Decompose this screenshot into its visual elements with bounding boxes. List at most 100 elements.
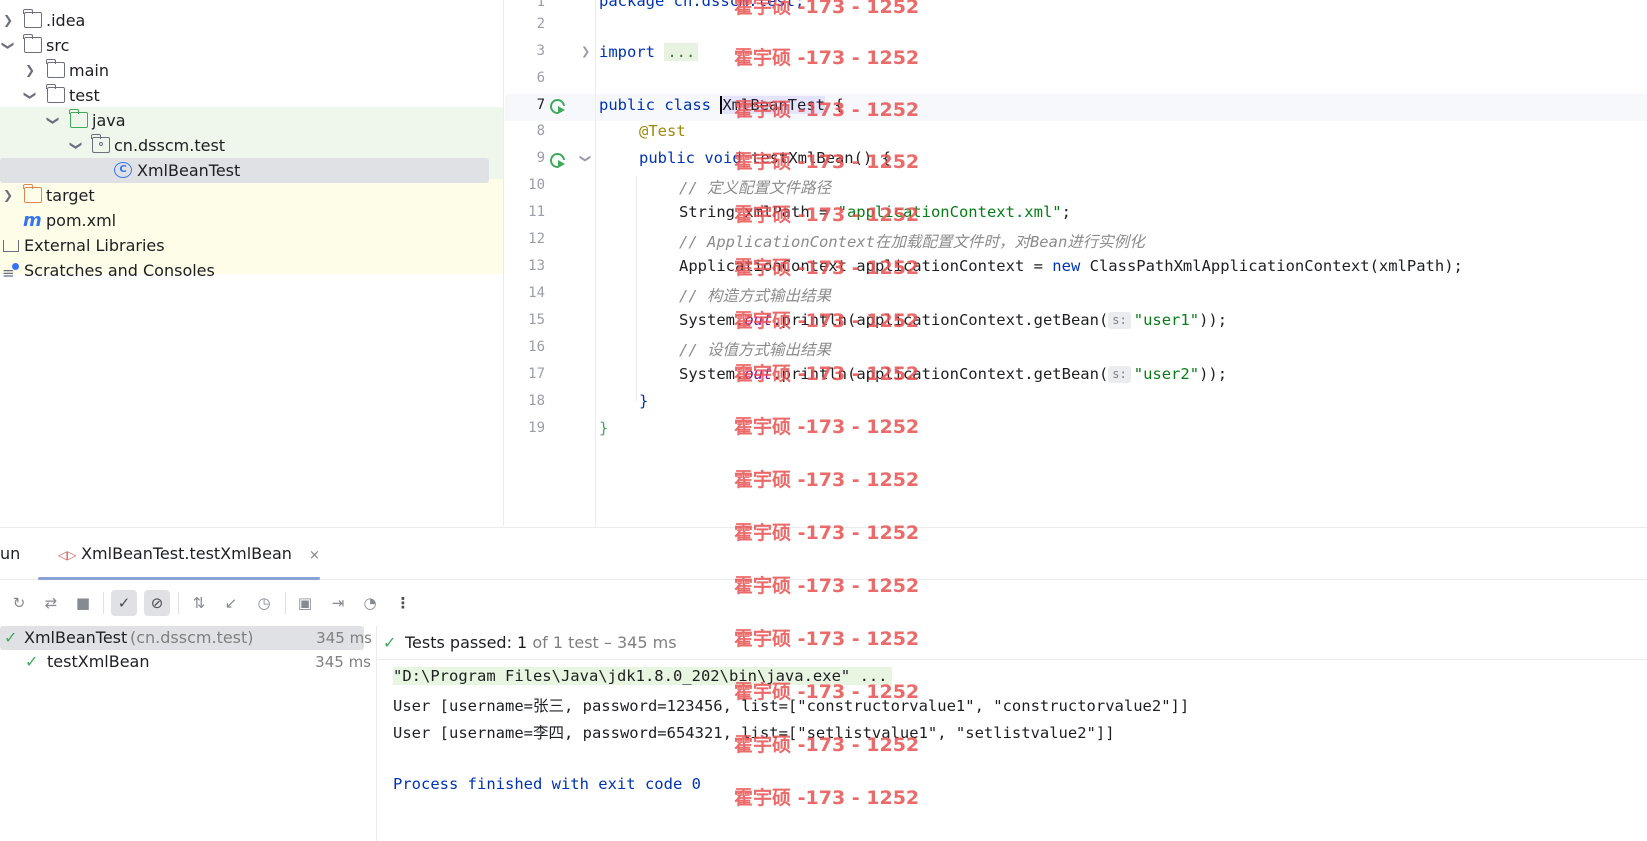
folded-imports[interactable]: ...	[664, 43, 699, 61]
line-number: 1	[536, 0, 545, 10]
excluded-folder-icon	[23, 184, 42, 203]
static-field: out	[744, 311, 773, 329]
tree-item-idea[interactable]: ❯ .idea	[0, 8, 503, 33]
tree-item-package[interactable]: ❯ cn.dsscm.test	[0, 133, 503, 158]
collapse-all-icon[interactable]: ↙	[218, 590, 244, 616]
code-line-10: // 定义配置文件路径	[679, 176, 831, 198]
tree-item-label: cn.dsscm.test	[114, 136, 226, 155]
tree-item-src[interactable]: ❯ src	[0, 33, 503, 58]
code-editor[interactable]: 1 2 3 6 7 8 9 10 11 12 13 14 15 16 17 18…	[505, 0, 1647, 526]
code-text: {	[824, 96, 844, 114]
tree-item-java[interactable]: ❯ java	[0, 108, 503, 133]
sort-icon[interactable]: ⇅	[186, 590, 212, 616]
tree-item-scratches[interactable]: ≡ Scratches and Consoles	[0, 258, 503, 283]
show-passed-icon[interactable]: ✓	[111, 590, 137, 616]
annotation: @Test	[639, 122, 686, 140]
status-suffix: of 1 test – 345 ms	[527, 633, 677, 652]
test-row-method[interactable]: ✓ testXmlBean 345 ms	[0, 650, 377, 674]
more-options-icon[interactable]: ⋮	[390, 590, 416, 616]
line-number: 19	[528, 420, 545, 436]
line-number: 2	[536, 16, 545, 32]
passed-check-icon: ✓	[383, 633, 397, 652]
tree-item-label: main	[69, 61, 109, 80]
project-tool-window: ❯ .idea ❯ src ❯ main ❯ test ❯ java ❯ cn.…	[0, 0, 504, 526]
comment: // 设值方式输出结果	[679, 341, 831, 359]
run-test-method-icon[interactable]	[550, 153, 565, 168]
chevron-down-icon[interactable]: ❯	[0, 38, 21, 54]
code-line-11: String xmlPath = "applicationContext.xml…	[679, 203, 1071, 221]
chevron-right-icon[interactable]: ❯	[0, 183, 16, 208]
run-tab-bar: un ◁▷ XmlBeanTest.testXmlBean ×	[0, 528, 1647, 580]
coverage-icon[interactable]: ◔	[357, 590, 383, 616]
code-keyword: import	[599, 43, 655, 61]
test-row-class[interactable]: ✓ XmlBeanTest (cn.dsscm.test) 345 ms	[0, 626, 372, 650]
static-field: out	[744, 365, 773, 383]
code-text: ));	[1199, 311, 1228, 329]
string-literal: "user1"	[1133, 311, 1200, 329]
parameter-hint: s:	[1108, 312, 1131, 329]
tree-item-label: java	[92, 111, 126, 130]
chevron-right-icon[interactable]: ❯	[22, 58, 38, 83]
code-keyword: new	[1052, 257, 1081, 275]
show-ignored-icon[interactable]: ⊘	[144, 590, 170, 616]
test-config-icon: ◁▷	[58, 548, 77, 562]
command-line: "D:\Program Files\Java\jdk1.8.0_202\bin\…	[393, 667, 892, 685]
comment: // 构造方式输出结果	[679, 287, 831, 305]
tree-item-label: External Libraries	[24, 236, 165, 255]
run-tool-label[interactable]: un	[0, 544, 20, 563]
tree-item-main[interactable]: ❯ main	[0, 58, 503, 83]
line-number: 6	[536, 70, 545, 86]
tree-item-xmlbeantest[interactable]: C XmlBeanTest	[0, 158, 489, 183]
tree-item-target[interactable]: ❯ target	[0, 183, 503, 208]
tree-item-external-libraries[interactable]: External Libraries	[0, 233, 503, 258]
code-line-19: }	[599, 419, 608, 437]
console-line: User [username=李四, password=654321, list…	[393, 724, 1115, 742]
folder-icon	[46, 84, 65, 103]
code-keyword: public class	[599, 96, 711, 114]
fold-collapse-icon[interactable]: ❯	[579, 154, 592, 163]
code-line-9: public void testXmlBean() {	[639, 149, 891, 167]
code-line-1: package cn.dsscm.test;	[599, 0, 804, 10]
passed-check-icon: ✓	[4, 628, 18, 647]
chevron-down-icon[interactable]: ❯	[18, 88, 43, 104]
folder-icon	[23, 9, 42, 28]
tree-item-label: src	[46, 36, 70, 55]
code-text: System.	[679, 365, 745, 383]
rerun-failed-icon[interactable]: ⇄	[38, 590, 64, 616]
code-line-16: // 设值方式输出结果	[679, 338, 831, 360]
toolbar-separator	[178, 592, 179, 614]
code-text: System.	[679, 311, 745, 329]
status-prefix: Tests passed:	[405, 633, 518, 652]
package-icon	[91, 134, 110, 153]
toolbar-separator	[103, 592, 104, 614]
chevron-right-icon[interactable]: ❯	[0, 8, 16, 33]
line-number: 3	[536, 43, 545, 59]
passed-check-icon: ✓	[25, 652, 39, 671]
code-text: () {	[853, 149, 891, 167]
run-config-tab[interactable]: ◁▷ XmlBeanTest.testXmlBean ×	[52, 536, 326, 572]
tree-item-test[interactable]: ❯ test	[0, 83, 503, 108]
run-test-class-icon[interactable]	[550, 99, 565, 114]
tree-item-label: Scratches and Consoles	[24, 261, 215, 280]
close-icon[interactable]: ×	[309, 548, 320, 563]
fold-expand-icon[interactable]: ❯	[581, 45, 590, 58]
code-text: ));	[1199, 365, 1228, 383]
chevron-down-icon[interactable]: ❯	[64, 138, 89, 154]
import-icon[interactable]: ⇥	[325, 590, 351, 616]
tree-item-pom[interactable]: m pom.xml	[0, 208, 503, 233]
history-icon[interactable]: ◷	[251, 590, 277, 616]
line-number: 10	[528, 177, 545, 193]
test-folder-icon	[69, 109, 88, 128]
rerun-icon[interactable]: ↻	[6, 590, 32, 616]
stop-icon[interactable]: ■	[70, 590, 96, 616]
camera-icon[interactable]: ▣	[292, 590, 318, 616]
code-line-18: }	[639, 392, 648, 410]
line-number: 8	[536, 123, 545, 139]
code-line-13: ApplicationContext applicationContext = …	[679, 257, 1463, 275]
test-name: testXmlBean	[47, 652, 150, 671]
chevron-down-icon[interactable]: ❯	[41, 113, 66, 129]
gutter-separator	[595, 0, 596, 526]
toolbar-separator	[285, 592, 286, 614]
code-line-3: import ...	[599, 43, 699, 61]
console-output[interactable]: ✓ Tests passed: 1 of 1 test – 345 ms "D:…	[378, 626, 1647, 841]
